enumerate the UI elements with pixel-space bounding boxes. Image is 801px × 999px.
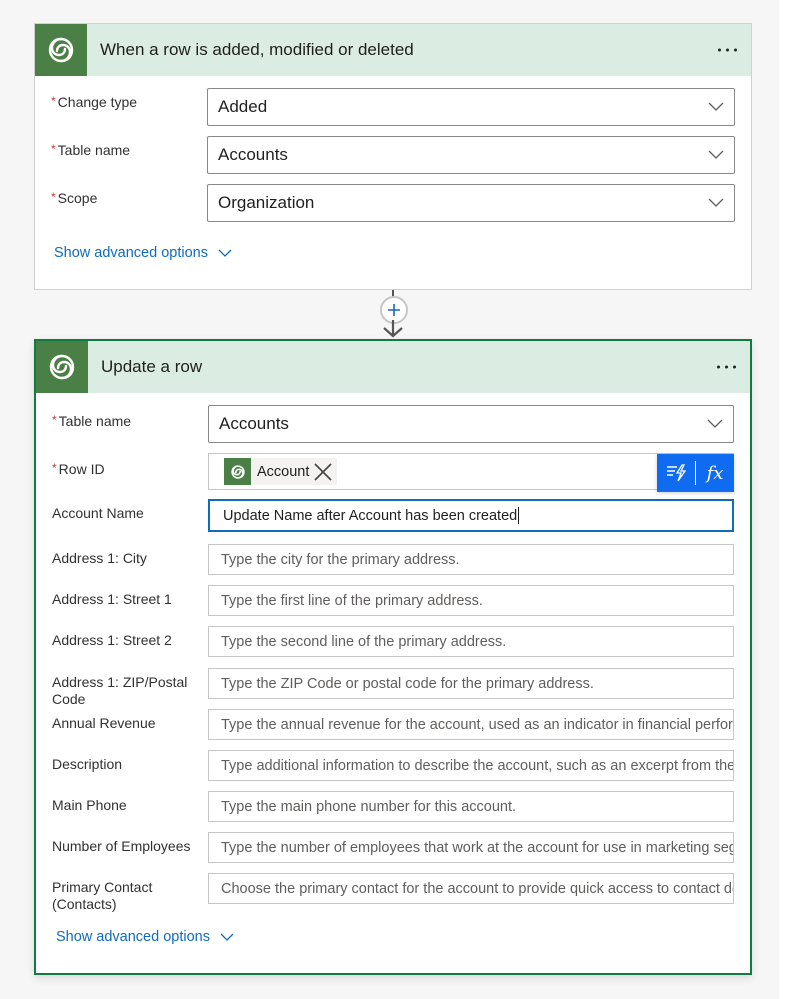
dataverse-icon [49,354,75,380]
remove-token-icon[interactable] [313,462,333,482]
fx-icon: fx [706,462,724,484]
address-zip-input[interactable]: Type the ZIP Code or postal code for the… [208,668,734,699]
action-card-header[interactable]: Update a row [36,341,750,393]
field-label: Table name [58,413,132,429]
trigger-card-header[interactable]: When a row is added, modified or deleted [35,24,751,76]
placeholder: Type the main phone number for this acco… [221,798,517,815]
chevron-down-icon [708,150,724,159]
required-marker: * [52,413,57,427]
field-label: Address 1: Street 2 [52,632,172,648]
dynamic-content-panel: fx [657,454,734,492]
number-of-employees-input[interactable]: Type the number of employees that work a… [208,832,734,863]
field-label: Address 1: Street 1 [52,591,172,607]
link-label: Show advanced options [54,245,208,261]
lightning-list-icon [667,464,686,482]
field-label: Row ID [58,461,105,477]
dataverse-logo [36,341,88,393]
field-label: Account Name [52,505,144,521]
dynamic-token-account[interactable]: Account [224,458,338,485]
required-marker: * [51,190,56,204]
field-label: Number of Employees [52,838,191,854]
main-phone-input[interactable]: Type the main phone number for this acco… [208,791,734,822]
field-label: Table name [57,142,131,158]
address-city-input[interactable]: Type the city for the primary address. [208,544,734,575]
canvas-edge [779,0,801,999]
field-label: Change type [57,94,138,110]
field-label: Address 1: City [52,550,147,566]
dropdown-value: Accounts [218,145,288,164]
dynamic-content-button[interactable] [657,454,695,492]
trigger-title: When a row is added, modified or deleted [100,40,414,59]
dropdown-value: Accounts [219,414,289,433]
placeholder: Type additional information to describe … [221,757,734,774]
field-label: Annual Revenue [52,715,156,731]
placeholder: Choose the primary contact for the accou… [221,880,734,897]
trigger-card[interactable]: When a row is added, modified or deleted… [34,23,752,290]
input-value: Update Name after Account has been creat… [223,507,518,524]
table-name-dropdown[interactable]: Accounts [208,405,734,443]
chevron-down-icon [218,249,232,257]
action-card[interactable]: Update a row * Table name Accounts * Row I… [34,339,752,975]
chevron-down-icon [708,198,724,207]
dataverse-logo [224,458,251,485]
dataverse-logo [35,24,87,76]
chevron-down-icon [220,933,234,941]
placeholder: Type the ZIP Code or postal code for the… [221,675,594,692]
token-label: Account [257,463,310,480]
arrow-down-icon [383,320,403,338]
account-name-input[interactable]: Update Name after Account has been creat… [208,499,734,532]
address-street2-input[interactable]: Type the second line of the primary addr… [208,626,734,657]
scope-dropdown[interactable]: Organization [207,184,735,222]
annual-revenue-input[interactable]: Type the annual revenue for the account,… [208,709,734,740]
chevron-down-icon [708,102,724,111]
placeholder: Type the city for the primary address. [221,551,460,568]
field-label: Scope [57,190,98,206]
required-marker: * [52,461,57,475]
required-marker: * [51,142,56,156]
plus-icon [388,304,400,316]
required-marker: * [51,94,56,108]
more-options-icon[interactable] [718,48,737,52]
dataverse-icon [230,464,245,479]
show-advanced-options-link[interactable]: Show advanced options [56,929,234,945]
placeholder: Type the number of employees that work a… [221,839,733,856]
primary-contact-input[interactable]: Choose the primary contact for the accou… [208,873,734,904]
dataverse-icon [48,37,74,63]
placeholder: Type the second line of the primary addr… [221,633,507,650]
dropdown-value: Organization [218,193,315,212]
description-input[interactable]: Type additional information to describe … [208,750,734,781]
expression-button[interactable]: fx [696,454,734,492]
show-advanced-options-link[interactable]: Show advanced options [54,245,232,261]
placeholder: Type the annual revenue for the account,… [221,716,733,733]
placeholder: Type the first line of the primary addre… [221,592,483,609]
link-label: Show advanced options [56,929,210,945]
chevron-down-icon [707,419,723,428]
text-caret [518,507,520,524]
action-title: Update a row [101,357,203,376]
table-name-dropdown[interactable]: Accounts [207,136,735,174]
more-options-icon[interactable] [717,365,736,369]
field-label: Primary Contact (Contacts) [52,879,153,912]
field-label: Main Phone [52,797,127,813]
field-label: Address 1: ZIP/Postal Code [52,674,188,707]
dropdown-value: Added [218,97,268,116]
field-label: Description [52,756,123,772]
address-street1-input[interactable]: Type the first line of the primary addre… [208,585,734,616]
change-type-dropdown[interactable]: Added [207,88,735,126]
